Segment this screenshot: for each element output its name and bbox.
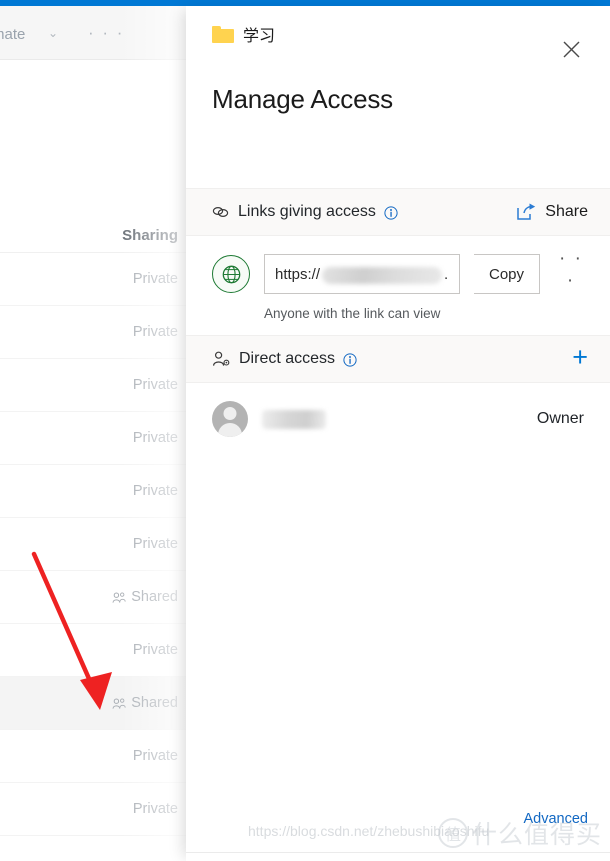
list-row-sharing-status[interactable]: Private xyxy=(0,783,190,836)
list-row-sharing-status[interactable]: Private xyxy=(0,306,190,359)
folder-icon xyxy=(212,25,234,43)
list-row-sharing-status[interactable]: Shared xyxy=(0,677,190,730)
panel-header: 学习 Manage Access xyxy=(186,6,610,188)
sharing-status-label: Shared xyxy=(131,695,178,711)
section-direct-access: Direct access + xyxy=(186,335,610,383)
list-row-sharing-status[interactable]: Private xyxy=(0,465,190,518)
link-scope-globe xyxy=(212,255,250,293)
sharing-status-label: Private xyxy=(132,377,178,393)
link-chain-icon xyxy=(212,206,229,218)
manage-access-panel: 学习 Manage Access Links giving access Sha… xyxy=(186,6,610,861)
list-row-sharing-status[interactable]: Private xyxy=(0,253,190,306)
share-link-field[interactable]: https:// . xyxy=(264,254,460,294)
sharing-status-label: Private xyxy=(132,801,178,817)
folder-name-label: 学习 xyxy=(243,28,276,45)
info-icon[interactable] xyxy=(343,353,357,367)
person-role-label: Owner xyxy=(536,410,584,427)
close-button[interactable] xyxy=(554,32,588,66)
copy-button[interactable]: Copy xyxy=(474,254,540,294)
list-row-sharing-status[interactable]: Shared xyxy=(0,571,190,624)
globe-icon xyxy=(222,265,240,283)
person-name-redacted xyxy=(262,409,326,429)
sharing-status-label: Private xyxy=(132,483,178,499)
info-icon[interactable] xyxy=(384,206,398,220)
share-button-label: Share xyxy=(545,203,588,220)
share-link-redacted xyxy=(322,266,443,284)
close-icon xyxy=(563,41,579,57)
share-icon xyxy=(517,203,536,220)
list-row-sharing-status[interactable]: Private xyxy=(0,624,190,677)
direct-access-label: Direct access xyxy=(239,350,336,367)
advanced-link[interactable]: Advanced xyxy=(524,811,589,827)
list-row-sharing-status[interactable]: Private xyxy=(0,412,190,465)
share-link-prefix: https:// xyxy=(275,265,321,283)
link-item-block: https:// . Copy · · · Anyone with the li… xyxy=(186,236,610,335)
footer-divider xyxy=(186,852,610,853)
background-list-layer: mate ⌄ · · · Sharing Private Private Priva… xyxy=(0,6,190,861)
background-toolbar: mate ⌄ · · · xyxy=(0,6,190,60)
toolbar-automate-label[interactable]: mate xyxy=(0,26,25,43)
section-links-giving-access: Links giving access Share xyxy=(186,188,610,236)
person-row[interactable]: Owner xyxy=(186,383,610,437)
sharing-status-label: Private xyxy=(132,430,178,446)
sharing-status-label: Private xyxy=(132,324,178,340)
shared-people-icon xyxy=(112,592,126,603)
shared-people-icon xyxy=(112,698,126,709)
sharing-status-label: Private xyxy=(132,642,178,658)
screen-root: mate ⌄ · · · Sharing Private Private Priva… xyxy=(0,0,610,861)
avatar xyxy=(212,401,248,437)
direct-access-people-list: Owner xyxy=(186,383,610,437)
column-header-sharing[interactable]: Sharing xyxy=(0,219,190,253)
sharing-status-label: Private xyxy=(132,536,178,552)
person-gear-icon xyxy=(213,351,230,366)
chevron-down-icon[interactable]: ⌄ xyxy=(48,26,58,40)
sharing-status-label: Shared xyxy=(131,589,178,605)
toolbar-overflow-ellipsis-icon[interactable]: · · · xyxy=(88,23,124,43)
sharing-status-label: Private xyxy=(132,271,178,287)
add-people-button[interactable]: + xyxy=(572,343,588,371)
share-button[interactable]: Share xyxy=(516,203,588,221)
list-row-sharing-status[interactable]: Private xyxy=(0,518,190,571)
link-more-options-icon[interactable]: · · · xyxy=(554,248,588,292)
sharing-status-label: Private xyxy=(132,748,178,764)
link-row: https:// . Copy · · · xyxy=(212,248,588,296)
list-row-sharing-status[interactable]: Private xyxy=(0,730,190,783)
links-section-label: Links giving access xyxy=(238,203,376,220)
list-row-sharing-status[interactable]: Private xyxy=(0,359,190,412)
share-link-suffix: . xyxy=(444,265,449,283)
page-title: Manage Access xyxy=(212,84,393,114)
folder-breadcrumb: 学习 xyxy=(212,22,275,46)
link-permission-caption: Anyone with the link can view xyxy=(264,306,441,321)
